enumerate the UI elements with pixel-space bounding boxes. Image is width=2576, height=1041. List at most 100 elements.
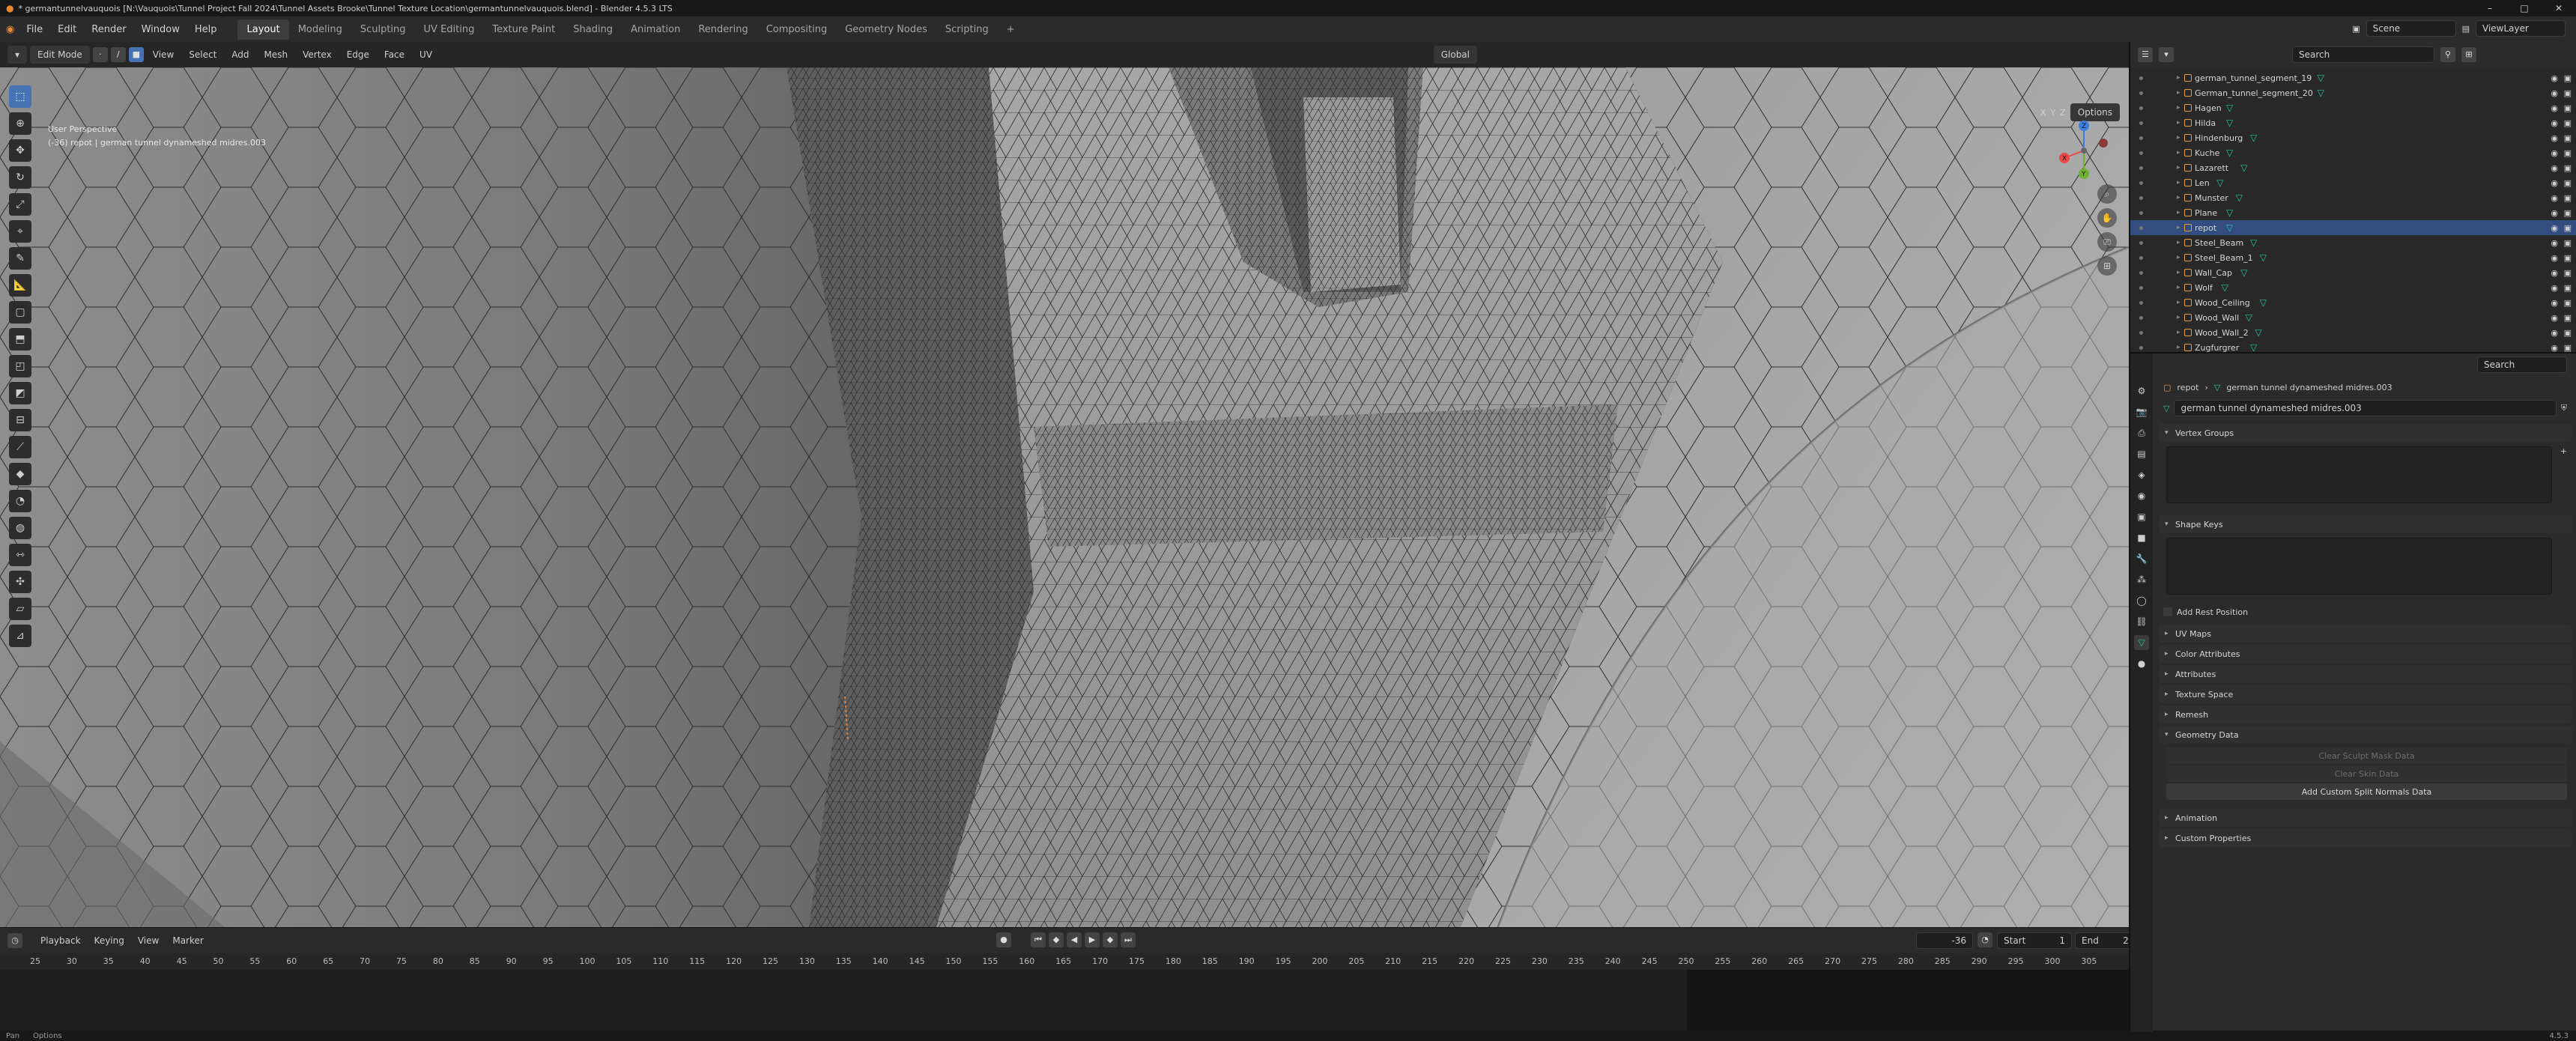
outliner-item-name[interactable]: Hilda	[2195, 118, 2216, 128]
shrink-fatten-tool-icon[interactable]: ✣	[9, 571, 31, 593]
expand-triangle-icon[interactable]: ▸	[2177, 74, 2180, 82]
expand-triangle-icon[interactable]: ▸	[2177, 284, 2180, 291]
exclude-dot-icon[interactable]	[2139, 151, 2143, 155]
3d-viewport[interactable]: ▾ Edit Mode · / ■ View Select Add Mesh V…	[0, 42, 2129, 927]
expand-triangle-icon[interactable]: ▸	[2177, 179, 2180, 186]
render-camera-icon[interactable]: ▣	[2564, 313, 2572, 323]
outliner-item[interactable]: ▸ Hilda ▽ ◉ ▣	[2130, 115, 2576, 130]
exclude-dot-icon[interactable]	[2139, 300, 2143, 305]
panel-remesh[interactable]: ▸ Remesh	[2159, 705, 2572, 723]
bevel-tool-icon[interactable]: ◩	[9, 382, 31, 404]
visibility-eye-icon[interactable]: ◉	[2551, 298, 2558, 308]
add-cube-tool-icon[interactable]: ▢	[9, 301, 31, 324]
scene-selector[interactable]: Scene	[2366, 20, 2456, 37]
cursor-tool-icon[interactable]: ⊕	[9, 112, 31, 135]
current-frame-field[interactable]: -36	[1916, 932, 1973, 949]
clock-icon[interactable]: ◔	[1978, 932, 1992, 947]
outliner-item-name[interactable]: Wolf	[2195, 283, 2213, 293]
visibility-eye-icon[interactable]: ◉	[2551, 88, 2558, 98]
panel-vertex-groups[interactable]: ▾ Vertex Groups	[2159, 424, 2572, 442]
expand-triangle-icon[interactable]: ▸	[2177, 299, 2180, 306]
tool-tab-icon[interactable]: ⚙	[2134, 383, 2149, 398]
expand-triangle-icon[interactable]: ▸	[2177, 344, 2180, 351]
outliner-item[interactable]: ▸ Hagen ▽ ◉ ▣	[2130, 100, 2576, 115]
menu-edit[interactable]: Edit	[50, 24, 84, 35]
exclude-dot-icon[interactable]	[2139, 225, 2143, 230]
render-camera-icon[interactable]: ▣	[2564, 118, 2572, 128]
outliner-item[interactable]: ▸ Wall_Cap ▽ ◉ ▣	[2130, 265, 2576, 280]
exclude-dot-icon[interactable]	[2139, 195, 2143, 200]
expand-triangle-icon[interactable]: ▸	[2177, 164, 2180, 172]
vertex-groups-list[interactable]	[2166, 446, 2552, 503]
mesh-data-icon[interactable]: ▽	[2226, 118, 2233, 128]
prev-keyframe-icon[interactable]: ◆	[1049, 932, 1064, 947]
expand-triangle-icon[interactable]: ▸	[2177, 104, 2180, 112]
menu-view[interactable]: View	[147, 49, 180, 60]
mesh-data-icon[interactable]: ▽	[2240, 163, 2247, 173]
inset-tool-icon[interactable]: ◰	[9, 355, 31, 377]
render-camera-icon[interactable]: ▣	[2564, 193, 2572, 203]
render-camera-icon[interactable]: ▣	[2564, 133, 2572, 143]
select-box-tool-icon[interactable]: ⬚	[9, 85, 31, 108]
render-camera-icon[interactable]: ▣	[2564, 103, 2572, 113]
exclude-dot-icon[interactable]	[2139, 210, 2143, 215]
tab-texture-paint[interactable]: Texture Paint	[483, 19, 564, 40]
outliner-item-name[interactable]: Len	[2195, 178, 2210, 188]
outliner-item-name[interactable]: Plane	[2195, 208, 2217, 218]
mesh-data-icon[interactable]: ▽	[2260, 252, 2267, 263]
mesh-data-icon[interactable]: ▽	[2226, 148, 2233, 158]
expand-triangle-icon[interactable]: ▸	[2177, 119, 2180, 127]
constraints-tab-icon[interactable]: ⛓	[2134, 614, 2149, 629]
tunnel-mesh-view[interactable]	[0, 67, 2129, 927]
outliner-item[interactable]: ▸ Steel_Beam ▽ ◉ ▣	[2130, 235, 2576, 250]
edge-slide-tool-icon[interactable]: ⇿	[9, 544, 31, 566]
collection-tab-icon[interactable]: ▣	[2134, 509, 2149, 524]
visibility-eye-icon[interactable]: ◉	[2551, 163, 2558, 173]
menu-select[interactable]: Select	[183, 49, 222, 60]
menu-face[interactable]: Face	[378, 49, 410, 60]
outliner-item-name[interactable]: Hagen	[2195, 103, 2222, 113]
mesh-data-icon[interactable]: ▽	[2222, 282, 2228, 293]
mode-selector[interactable]: Edit Mode	[30, 46, 90, 64]
mesh-data-icon[interactable]: ▽	[2240, 267, 2247, 278]
world-tab-icon[interactable]: ◉	[2134, 488, 2149, 503]
panel-custom-properties[interactable]: ▸ Custom Properties	[2159, 829, 2572, 847]
panel-texture-space[interactable]: ▸ Texture Space	[2159, 685, 2572, 703]
filter-icon[interactable]: ⚲	[2440, 47, 2455, 62]
visibility-eye-icon[interactable]: ◉	[2551, 343, 2558, 353]
menu-edge[interactable]: Edge	[341, 49, 375, 60]
view-layer-tab-icon[interactable]: ▤	[2134, 446, 2149, 461]
poly-build-tool-icon[interactable]: ◆	[9, 463, 31, 485]
play-reverse-icon[interactable]: ◀	[1067, 932, 1082, 947]
navigation-gizmo[interactable]: Z X Y	[2054, 117, 2114, 184]
expand-triangle-icon[interactable]: ▸	[2177, 314, 2180, 321]
outliner-item[interactable]: ▸ Plane ▽ ◉ ▣	[2130, 205, 2576, 220]
outliner-item-name[interactable]: Wood_Ceiling	[2195, 298, 2250, 308]
render-camera-icon[interactable]: ▣	[2564, 253, 2572, 263]
render-camera-icon[interactable]: ▣	[2564, 268, 2572, 278]
modifier-tab-icon[interactable]: 🔧	[2134, 551, 2149, 566]
exclude-dot-icon[interactable]	[2139, 315, 2143, 320]
viewlayer-selector[interactable]: ViewLayer	[2476, 20, 2566, 37]
axis-z-toggle[interactable]: Z	[2060, 108, 2066, 118]
visibility-eye-icon[interactable]: ◉	[2551, 283, 2558, 293]
properties-editor[interactable]: ⚙ 📷 ⎙ ▤ ◈ ◉ ▣ ■ 🔧 ⁂ ◯ ⛓ ▽ ● Search ▢ rep…	[2129, 352, 2576, 1032]
editor-type-button[interactable]: ▾	[7, 46, 28, 64]
render-camera-icon[interactable]: ▣	[2564, 298, 2572, 308]
outliner-item-name[interactable]: Steel_Beam	[2195, 238, 2243, 248]
menu-uv[interactable]: UV	[413, 49, 438, 60]
render-camera-icon[interactable]: ▣	[2564, 343, 2572, 353]
properties-search-input[interactable]: Search	[2477, 356, 2567, 373]
tab-modeling[interactable]: Modeling	[289, 19, 351, 40]
exclude-dot-icon[interactable]	[2139, 91, 2143, 95]
outliner-item[interactable]: ▸ Wolf ▽ ◉ ▣	[2130, 280, 2576, 295]
shape-keys-list[interactable]	[2166, 538, 2552, 595]
visibility-eye-icon[interactable]: ◉	[2551, 148, 2558, 158]
tab-animation[interactable]: Animation	[622, 19, 689, 40]
menu-render[interactable]: Render	[84, 24, 133, 35]
render-camera-icon[interactable]: ▣	[2564, 208, 2572, 218]
new-collection-icon[interactable]: ⊞	[2461, 47, 2476, 62]
exclude-dot-icon[interactable]	[2139, 345, 2143, 350]
annotate-tool-icon[interactable]: ✎	[9, 247, 31, 270]
outliner-item[interactable]: ▸ German_tunnel_segment_20 ▽ ◉ ▣	[2130, 85, 2576, 100]
